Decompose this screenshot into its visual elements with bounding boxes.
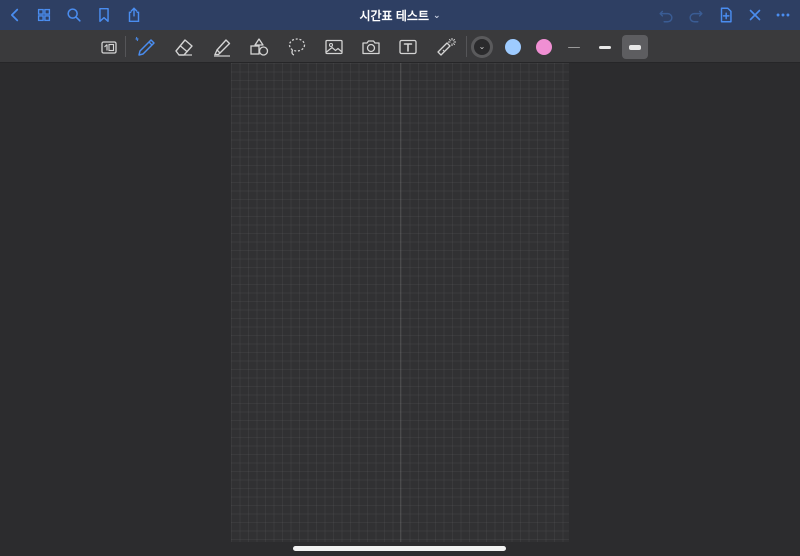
text-icon (399, 39, 417, 55)
share-icon (128, 7, 140, 23)
redo-button[interactable] (686, 5, 706, 25)
document-title-button[interactable]: 시간표 테스트 ⌄ (320, 0, 480, 30)
tools-toolbar: ⌄ (0, 30, 800, 63)
chevron-down-icon: ⌄ (478, 42, 486, 51)
stroke-width-thick[interactable] (622, 35, 648, 59)
image-tool-button[interactable] (322, 35, 346, 59)
thin-line-icon (568, 46, 580, 48)
add-page-button[interactable] (716, 5, 736, 25)
laser-pointer-icon (437, 38, 456, 56)
thick-line-icon (629, 44, 641, 50)
close-icon (749, 9, 761, 21)
toolbar-divider (466, 36, 467, 57)
color-picker-button[interactable]: ⌄ (471, 36, 493, 58)
shapes-icon (250, 38, 269, 56)
lasso-icon (288, 38, 306, 56)
pen-icon (135, 36, 155, 56)
close-button[interactable] (745, 5, 765, 25)
eraser-icon (175, 39, 193, 56)
bookmark-icon (99, 7, 109, 23)
thumbnails-button[interactable] (34, 5, 54, 25)
image-icon (325, 39, 343, 55)
grid-icon (37, 8, 51, 22)
toolbar-divider (125, 36, 126, 57)
read-only-button[interactable] (97, 35, 121, 59)
redo-icon (689, 10, 703, 23)
camera-icon (362, 40, 380, 55)
search-icon (67, 8, 81, 22)
home-indicator[interactable] (293, 546, 506, 551)
pen-tool-button[interactable] (134, 35, 158, 59)
canvas-area[interactable] (0, 63, 800, 556)
document-title: 시간표 테스트 (359, 8, 430, 23)
read-only-icon (101, 41, 117, 54)
highlighter-tool-button[interactable] (210, 35, 234, 59)
laser-pointer-tool-button[interactable] (434, 35, 458, 59)
color-swatch-blue[interactable] (505, 39, 521, 55)
search-button[interactable] (64, 5, 84, 25)
undo-icon (659, 10, 673, 23)
chevron-down-icon: ⌄ (433, 9, 441, 20)
lasso-tool-button[interactable] (285, 35, 309, 59)
more-button[interactable] (773, 5, 793, 25)
medium-line-icon (599, 45, 611, 49)
notebook-page[interactable] (231, 63, 569, 542)
page-center-line (400, 63, 401, 542)
bookmark-button[interactable] (94, 5, 114, 25)
eraser-tool-button[interactable] (172, 35, 196, 59)
highlighter-icon (213, 39, 231, 57)
stroke-width-thin[interactable] (561, 35, 587, 59)
share-button[interactable] (124, 5, 144, 25)
add-page-icon (720, 7, 732, 23)
camera-tool-button[interactable] (359, 35, 383, 59)
chevron-left-icon (10, 8, 19, 22)
color-swatch-pink[interactable] (536, 39, 552, 55)
undo-button[interactable] (656, 5, 676, 25)
back-button[interactable] (5, 5, 25, 25)
shapes-tool-button[interactable] (247, 35, 271, 59)
more-icon (776, 13, 790, 17)
stroke-width-medium[interactable] (592, 35, 618, 59)
title-bar: 시간표 테스트 ⌄ (0, 0, 800, 30)
text-tool-button[interactable] (396, 35, 420, 59)
